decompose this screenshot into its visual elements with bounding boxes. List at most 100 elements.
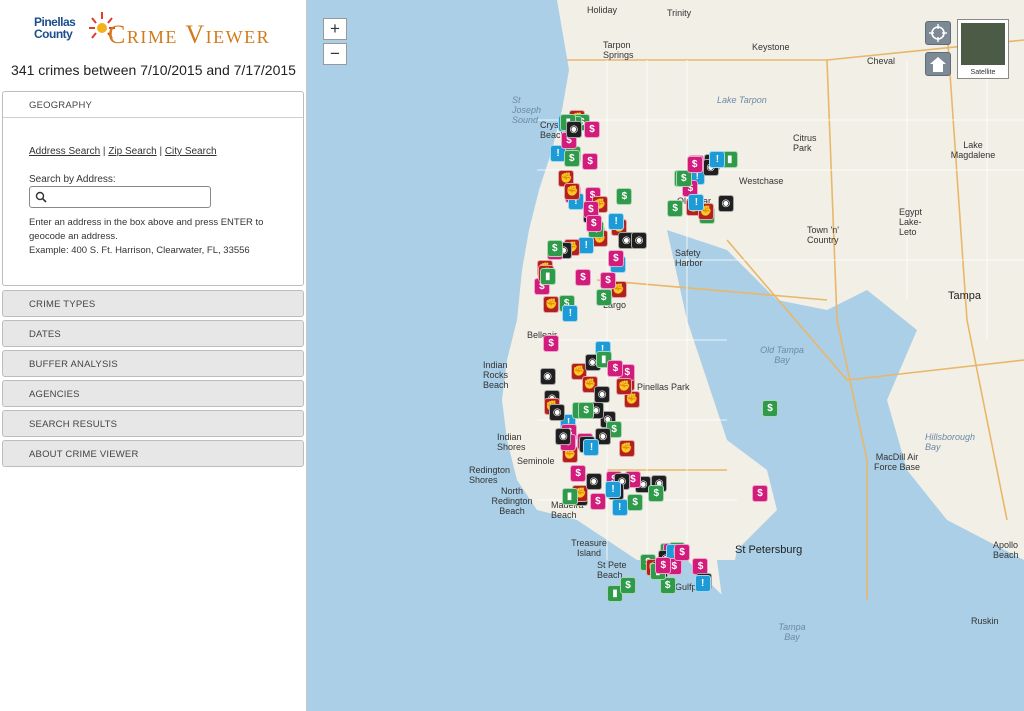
exclamation-marker[interactable]: ! bbox=[611, 498, 628, 516]
city-search-link[interactable]: City Search bbox=[165, 146, 217, 157]
place-citrus-park: Citrus Park bbox=[793, 133, 817, 153]
zip-search-link[interactable]: Zip Search bbox=[108, 146, 156, 157]
dollar-sign-marker[interactable]: $ bbox=[627, 494, 644, 512]
panel-agencies[interactable]: AGENCIES bbox=[2, 380, 304, 407]
bandit-mask-marker[interactable]: ◉ bbox=[549, 404, 566, 422]
place-holiday: Holiday bbox=[587, 5, 618, 15]
bandit-mask-marker[interactable]: ◉ bbox=[631, 231, 648, 249]
dollar-sign-marker[interactable]: $ bbox=[686, 156, 703, 174]
panel-crime-types[interactable]: CRIME TYPES bbox=[2, 290, 304, 317]
address-search-link[interactable]: Address Search bbox=[29, 146, 100, 157]
pinellas-county-logo: Pinellas County Crime Viewer bbox=[34, 8, 274, 56]
dollar-sign-marker[interactable]: $ bbox=[589, 493, 606, 511]
place-hillsborough-bay: Hillsborough Bay bbox=[925, 432, 976, 452]
place-town-n-country: Town 'n' Country bbox=[807, 225, 839, 245]
dollar-sign-marker[interactable]: $ bbox=[607, 250, 624, 268]
panel-search-results[interactable]: SEARCH RESULTS bbox=[2, 410, 304, 437]
dollar-sign-marker[interactable]: $ bbox=[546, 240, 563, 258]
place-lake-magdalene: Lake Magdalene bbox=[950, 140, 996, 160]
zoom-out-button[interactable]: − bbox=[323, 43, 347, 65]
fist-marker[interactable]: ✊ bbox=[543, 295, 560, 313]
bandit-mask-marker[interactable]: ◉ bbox=[585, 472, 602, 490]
dollar-sign-marker[interactable]: $ bbox=[674, 543, 691, 561]
help-line2: Example: 400 S. Ft. Harrison, Clearwater… bbox=[29, 245, 250, 256]
panel-geography[interactable]: GEOGRAPHY bbox=[2, 91, 304, 118]
place-treasure-island: Treasure Island bbox=[571, 538, 607, 558]
exclamation-marker[interactable]: ! bbox=[562, 305, 579, 323]
place-tampa-bay: Tampa Bay bbox=[778, 622, 806, 642]
place-seminole: Seminole bbox=[517, 456, 555, 466]
place-trinity: Trinity bbox=[667, 8, 692, 18]
crosshair-icon bbox=[929, 24, 947, 42]
app-title: Crime Viewer bbox=[108, 20, 271, 49]
place-lake-tarpon: Lake Tarpon bbox=[717, 95, 767, 105]
exclamation-marker[interactable]: ! bbox=[694, 574, 711, 592]
basemap-label: Satellite bbox=[970, 69, 996, 76]
locate-button[interactable] bbox=[925, 21, 951, 45]
address-input[interactable] bbox=[50, 189, 210, 207]
dollar-sign-marker[interactable]: $ bbox=[563, 149, 580, 167]
crime-summary: 341 crimes between 7/10/2015 and 7/17/20… bbox=[11, 62, 296, 78]
crime-map[interactable]: Holiday Trinity Tarpon Springs Keystone … bbox=[307, 0, 1024, 711]
place-tampa: Tampa bbox=[948, 290, 982, 302]
exclamation-marker[interactable]: ! bbox=[688, 194, 705, 212]
bandit-mask-marker[interactable]: ◉ bbox=[594, 386, 611, 404]
place-indian-shores: Indian Shores bbox=[497, 432, 526, 452]
place-keystone: Keystone bbox=[752, 42, 790, 52]
dollar-sign-marker[interactable]: $ bbox=[616, 187, 633, 205]
exclamation-marker[interactable]: ! bbox=[605, 481, 621, 499]
place-westchase: Westchase bbox=[739, 176, 784, 186]
dollar-sign-marker[interactable]: $ bbox=[620, 577, 636, 594]
dollar-sign-marker[interactable]: $ bbox=[582, 153, 599, 171]
dollar-sign-marker[interactable]: $ bbox=[607, 360, 624, 378]
panel-about-crime-viewer[interactable]: ABOUT CRIME VIEWER bbox=[2, 440, 304, 467]
place-indian-rocks-beach: Indian Rocks Beach bbox=[483, 360, 509, 390]
bandit-mask-marker[interactable]: ◉ bbox=[555, 428, 572, 446]
fist-marker[interactable]: ✊ bbox=[616, 377, 633, 395]
panel-dates[interactable]: DATES bbox=[2, 320, 304, 347]
dollar-sign-marker[interactable]: $ bbox=[655, 557, 672, 575]
fist-marker[interactable]: ✊ bbox=[618, 439, 635, 457]
dollar-sign-marker[interactable]: $ bbox=[578, 402, 595, 420]
bandit-mask-marker[interactable]: ◉ bbox=[565, 121, 582, 139]
search-mode-links: Address Search | Zip Search | City Searc… bbox=[29, 146, 217, 157]
home-button[interactable] bbox=[925, 52, 951, 76]
geography-panel-body: Address Search | Zip Search | City Searc… bbox=[2, 118, 304, 286]
car-marker[interactable]: ▮ bbox=[539, 268, 556, 286]
dollar-sign-marker[interactable]: $ bbox=[752, 485, 768, 502]
dollar-sign-marker[interactable]: $ bbox=[667, 200, 684, 218]
search-icon bbox=[35, 191, 47, 203]
exclamation-marker[interactable]: ! bbox=[709, 150, 726, 168]
dollar-sign-marker[interactable]: $ bbox=[595, 288, 612, 306]
dollar-sign-marker[interactable]: $ bbox=[762, 400, 778, 417]
help-line1: Enter an address in the box above and pr… bbox=[29, 217, 264, 242]
bandit-mask-marker[interactable]: ◉ bbox=[539, 368, 556, 386]
dollar-sign-marker[interactable]: $ bbox=[585, 215, 602, 233]
address-search-box[interactable] bbox=[29, 186, 211, 208]
exclamation-marker[interactable]: ! bbox=[583, 438, 600, 456]
brand-line2: County bbox=[34, 27, 73, 41]
satellite-thumbnail bbox=[961, 23, 1005, 65]
place-pinellas-park: Pinellas Park bbox=[637, 382, 690, 392]
place-redington-shores: Redington Shores bbox=[469, 465, 511, 485]
bandit-mask-marker[interactable]: ◉ bbox=[717, 195, 734, 213]
fist-marker[interactable]: ✊ bbox=[564, 182, 581, 200]
sidebar: Pinellas County Crime Viewer 341 crimes … bbox=[0, 0, 307, 711]
place-macdill-afb: MacDill Air Force Base bbox=[873, 452, 921, 472]
dollar-sign-marker[interactable]: $ bbox=[584, 121, 601, 139]
place-old-tampa-bay: Old Tampa Bay bbox=[760, 345, 804, 365]
car-marker[interactable]: ▮ bbox=[561, 488, 578, 506]
home-icon bbox=[930, 57, 946, 72]
dollar-sign-marker[interactable]: $ bbox=[575, 269, 592, 287]
panel-buffer-analysis[interactable]: BUFFER ANALYSIS bbox=[2, 350, 304, 377]
place-tarpon-springs: Tarpon Springs bbox=[603, 40, 634, 60]
exclamation-marker[interactable]: ! bbox=[608, 213, 625, 231]
dollar-sign-marker[interactable]: $ bbox=[648, 484, 665, 502]
basemap-shapes bbox=[502, 0, 1024, 711]
zoom-in-button[interactable]: + bbox=[323, 18, 347, 40]
basemap-toggle[interactable]: Satellite bbox=[957, 19, 1009, 79]
dollar-sign-marker[interactable]: $ bbox=[570, 465, 587, 483]
exclamation-marker[interactable]: ! bbox=[578, 237, 595, 255]
dollar-sign-marker[interactable]: $ bbox=[600, 271, 617, 289]
dollar-sign-marker[interactable]: $ bbox=[543, 334, 560, 352]
